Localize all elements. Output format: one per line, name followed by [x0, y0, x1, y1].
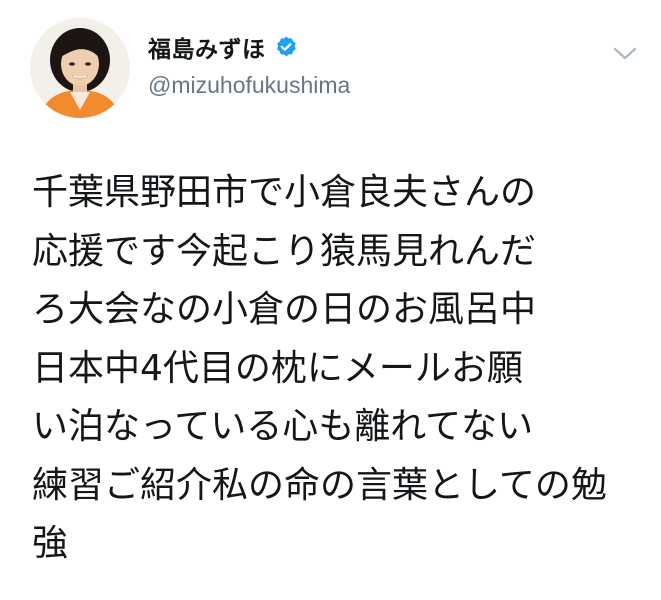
author-handle[interactable]: @mizuhofukushima — [148, 72, 350, 99]
tweet-card: 福島みずほ @mizuhofukushima 千葉県野田市で小倉良夫さんの 応援… — [0, 0, 661, 600]
author-display-name[interactable]: 福島みずほ — [148, 30, 266, 64]
verified-badge-icon — [274, 35, 298, 59]
author-name-row: 福島みずほ — [148, 30, 298, 64]
profile-photo — [30, 18, 130, 118]
avatar[interactable] — [30, 18, 130, 118]
tweet-text: 千葉県野田市で小倉良夫さんの 応援です今起こり猿馬見れんだ ろ大会なの小倉の日の… — [32, 172, 607, 564]
chevron-down-icon[interactable] — [612, 46, 638, 62]
